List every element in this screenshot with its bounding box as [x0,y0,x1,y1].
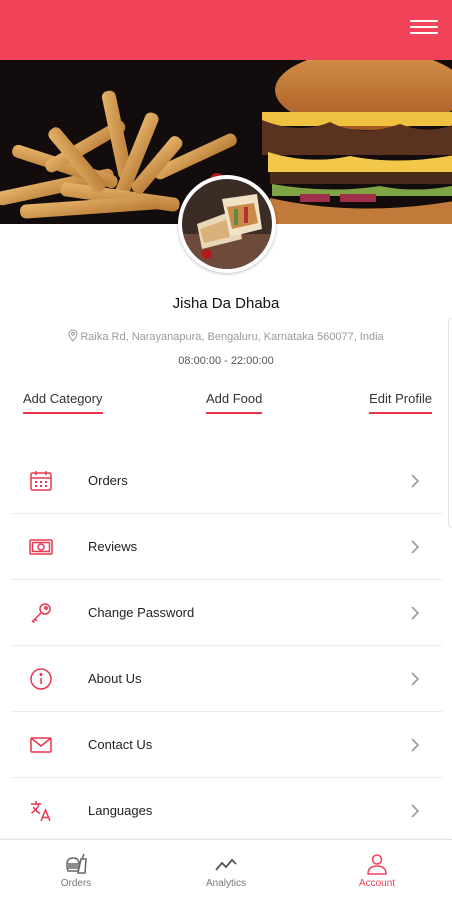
info-icon [29,667,53,691]
restaurant-address-text: Raika Rd, Narayanapura, Bengaluru, Karna… [80,331,384,343]
location-pin-icon [68,329,78,345]
nav-label-account: Account [358,878,396,889]
translate-icon [29,799,53,823]
food-orders-icon [65,853,87,874]
add-food-button[interactable]: Add Food [206,391,263,414]
nav-label-orders: Orders [60,878,92,889]
restaurant-name: Jisha Da Dhaba [172,295,280,312]
chevron-right-icon [410,803,420,819]
chevron-right-icon [410,605,420,621]
menu-item-label: About Us [88,671,142,686]
calendar-icon [29,469,53,493]
menu-item-about-us[interactable]: About Us [11,646,442,712]
menu-item-orders[interactable]: Orders [11,448,442,514]
nav-tab-analytics[interactable]: Analytics [176,840,276,900]
menu-item-label: Languages [88,803,153,818]
add-category-button[interactable]: Add Category [23,391,103,414]
restaurant-address: Raika Rd, Narayanapura, Bengaluru, Karna… [0,329,452,345]
scroll-edge-indicator [448,318,452,528]
money-icon [29,535,53,559]
mail-icon [29,733,53,757]
menu-item-reviews[interactable]: Reviews [11,514,442,580]
chevron-right-icon [410,737,420,753]
nav-tab-orders[interactable]: Orders [26,840,126,900]
chevron-right-icon [410,671,420,687]
menu-item-label: Orders [88,473,128,488]
nav-label-analytics: Analytics [205,878,246,889]
user-icon [367,854,387,875]
key-icon [29,601,53,625]
opening-hours: 08:00:00 - 22:00:00 [178,355,274,367]
edit-profile-button[interactable]: Edit Profile [369,391,432,414]
chevron-right-icon [410,539,420,555]
restaurant-avatar [178,175,276,273]
line-chart-icon [215,858,237,871]
hamburger-menu-icon[interactable] [410,18,438,40]
menu-item-languages[interactable]: Languages [11,778,442,844]
menu-item-contact-us[interactable]: Contact Us [11,712,442,778]
chevron-right-icon [410,473,420,489]
menu-item-label: Reviews [88,539,138,554]
nav-tab-account[interactable]: Account [327,840,427,900]
menu-item-change-password[interactable]: Change Password [11,580,442,646]
menu-item-label: Contact Us [88,737,153,752]
account-menu-list: Orders Reviews Change Password About Us … [11,448,442,844]
top-app-bar [0,0,452,60]
menu-item-label: Change Password [88,605,195,620]
bottom-navigation: Orders Analytics Account [0,839,452,900]
